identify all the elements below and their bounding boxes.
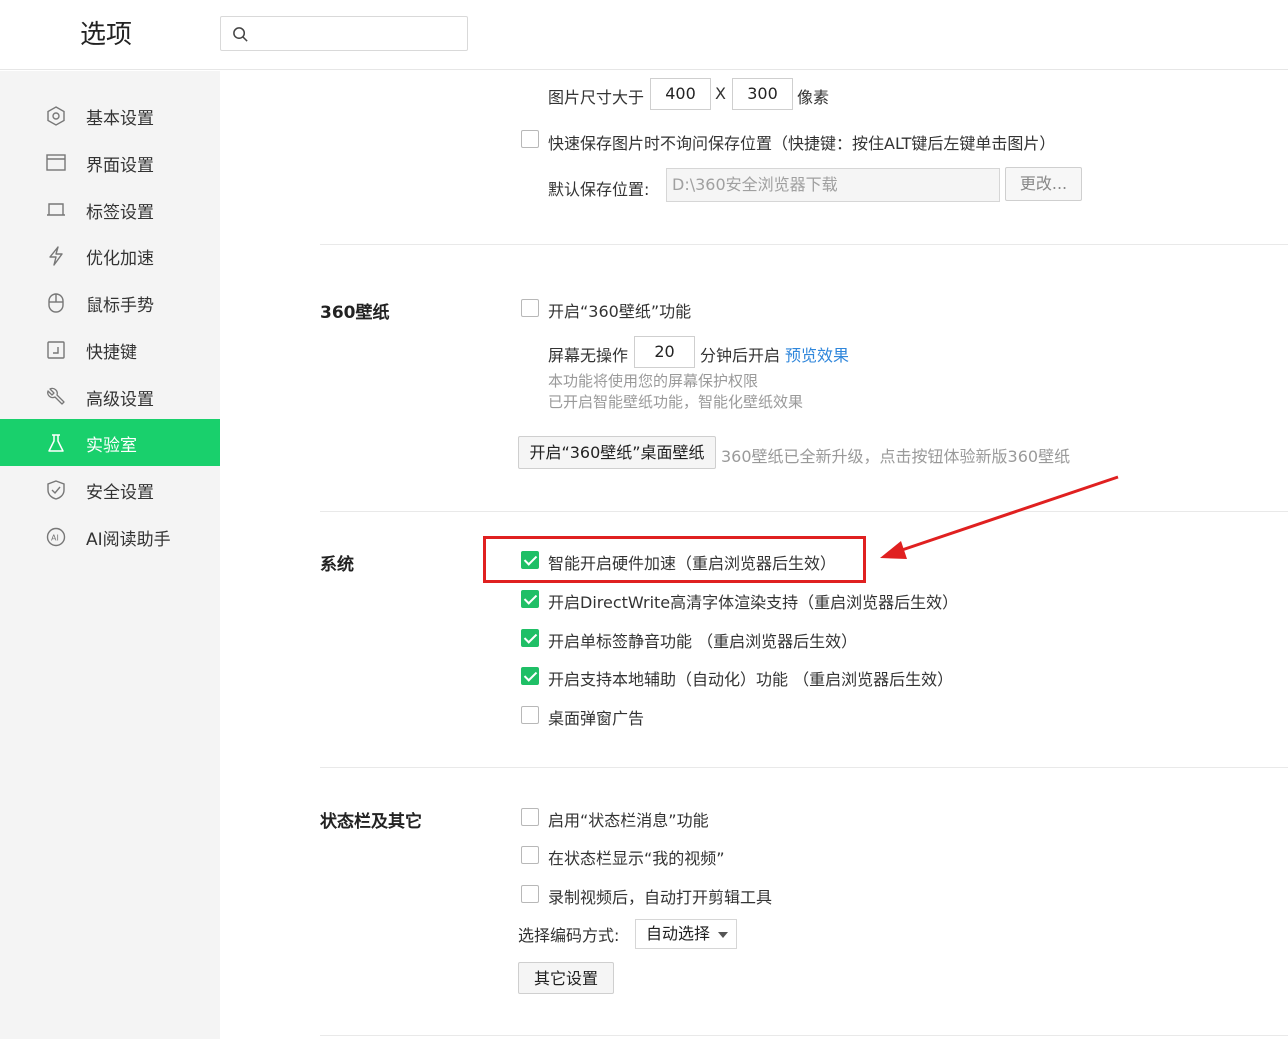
idle-prefix-label: 屏幕无操作 (548, 346, 629, 365)
sidebar-item-label: 高级设置 (86, 390, 154, 410)
wallpaper-enable-label: 开启“360壁纸”功能 (548, 302, 692, 321)
sidebar-item-basic-settings[interactable]: 基本设置 (0, 92, 220, 139)
other-settings-button[interactable]: 其它设置 (518, 962, 614, 994)
sidebar-item-label: 鼠标手势 (86, 296, 154, 316)
sidebar-item-label: AI阅读助手 (86, 530, 171, 550)
highlight-box (483, 536, 866, 583)
desktop-popup-ads-checkbox[interactable] (521, 706, 539, 724)
wallpaper-enable-checkbox[interactable] (521, 299, 539, 317)
encoding-select[interactable]: 自动选择 (635, 919, 737, 949)
desktop-popup-ads-label: 桌面弹窗广告 (548, 709, 645, 728)
preview-effect-link[interactable]: 预览效果 (785, 342, 849, 366)
section-divider (320, 1035, 1288, 1036)
sidebar-item-label: 快捷键 (86, 343, 137, 363)
sidebar-item-shortcuts[interactable]: 快捷键 (0, 326, 220, 373)
search-input[interactable] (220, 16, 468, 51)
local-automation-label: 开启支持本地辅助（自动化）功能 （重启浏览器后生效） (548, 670, 954, 689)
quick-save-checkbox[interactable] (521, 130, 539, 148)
sidebar-item-mouse-gestures[interactable]: 鼠标手势 (0, 279, 220, 326)
sidebar-item-tab-settings[interactable]: 标签设置 (0, 186, 220, 233)
settings-content: 图片尺寸大于 400 X 300 像素 快速保存图片时不询问保存位置（快捷键：按… (220, 71, 1288, 1039)
encoding-label: 选择编码方式: (518, 926, 620, 945)
wallpaper-note-1: 本功能将使用您的屏幕保护权限 (548, 372, 759, 390)
sidebar-item-label: 基本设置 (86, 109, 154, 129)
ai-icon: AI (46, 527, 66, 547)
sidebar-item-advanced[interactable]: 高级设置 (0, 373, 220, 420)
hexagon-settings-icon (47, 106, 65, 126)
statusbar-messages-checkbox[interactable] (521, 808, 539, 826)
sidebar-item-label: 实验室 (86, 436, 137, 456)
change-path-button[interactable]: 更改... (1005, 167, 1082, 201)
header-bar: 选项 (0, 0, 1288, 70)
statusbar-section-title: 状态栏及其它 (320, 812, 422, 832)
sidebar-item-label: 安全设置 (86, 483, 154, 503)
my-video-label: 在状态栏显示“我的视频” (548, 849, 725, 868)
idle-suffix-label: 分钟后开启 (700, 346, 781, 365)
sidebar-item-label: 优化加速 (86, 249, 154, 269)
wallpaper-note-2: 已开启智能壁纸功能，智能化壁纸效果 (548, 393, 804, 411)
local-automation-checkbox[interactable] (521, 667, 539, 685)
shield-icon (47, 480, 65, 500)
encoding-select-value: 自动选择 (646, 924, 711, 943)
desktop-wallpaper-button[interactable]: 开启“360壁纸”桌面壁纸 (518, 436, 716, 469)
search-icon (233, 27, 248, 42)
wrench-icon (47, 387, 65, 405)
section-divider (320, 244, 1288, 245)
auto-editor-checkbox[interactable] (521, 885, 539, 903)
tab-icon (47, 203, 65, 216)
default-path-label: 默认保存位置: (548, 180, 650, 199)
wallpaper-upgrade-note: 360壁纸已全新升级，点击按钮体验新版360壁纸 (721, 447, 1071, 466)
idle-minutes-input[interactable]: 20 (634, 336, 695, 368)
wallpaper-section-title: 360壁纸 (320, 303, 390, 323)
image-width-input[interactable]: 400 (650, 78, 711, 110)
tab-mute-label: 开启单标签静音功能 （重启浏览器后生效） (548, 632, 858, 651)
section-divider (320, 511, 1288, 512)
auto-editor-label: 录制视频后，自动打开剪辑工具 (548, 888, 773, 907)
mouse-icon (48, 293, 64, 313)
pixel-unit-label: 像素 (797, 88, 830, 107)
lightning-icon (49, 246, 63, 266)
sidebar-item-optimize[interactable]: 优化加速 (0, 232, 220, 279)
image-height-input[interactable]: 300 (732, 78, 793, 110)
section-divider (320, 767, 1288, 768)
chevron-down-icon (718, 932, 728, 938)
default-path-field: D:\360安全浏览器下载 (666, 168, 1000, 202)
sidebar-item-interface-settings[interactable]: 界面设置 (0, 139, 220, 186)
tab-mute-checkbox[interactable] (521, 629, 539, 647)
keyboard-shortcut-icon (47, 341, 65, 359)
directwrite-label: 开启DirectWrite高清字体渲染支持（重启浏览器后生效） (548, 593, 959, 612)
sidebar-item-label: 界面设置 (86, 156, 154, 176)
image-size-label: 图片尺寸大于 (548, 88, 645, 107)
size-separator: X (715, 84, 726, 103)
directwrite-checkbox[interactable] (521, 590, 539, 608)
system-section-title: 系统 (320, 555, 354, 575)
sidebar-item-lab[interactable]: 实验室 (0, 419, 220, 466)
sidebar: 基本设置 界面设置 标签设置 优化加速 鼠标手势 快捷键 高级设置 实验室 安全… (0, 71, 220, 1039)
quick-save-label: 快速保存图片时不询问保存位置（快捷键：按住ALT键后左键单击图片） (548, 134, 1056, 153)
sidebar-item-security[interactable]: 安全设置 (0, 466, 220, 513)
sidebar-item-label: 标签设置 (86, 203, 154, 223)
svg-text:AI: AI (51, 534, 59, 543)
my-video-checkbox[interactable] (521, 846, 539, 864)
sidebar-item-ai-reader[interactable]: AI AI阅读助手 (0, 513, 220, 560)
statusbar-messages-label: 启用“状态栏消息”功能 (548, 811, 709, 830)
flask-icon (48, 434, 64, 452)
page-title: 选项 (80, 20, 133, 50)
window-icon (46, 154, 66, 171)
